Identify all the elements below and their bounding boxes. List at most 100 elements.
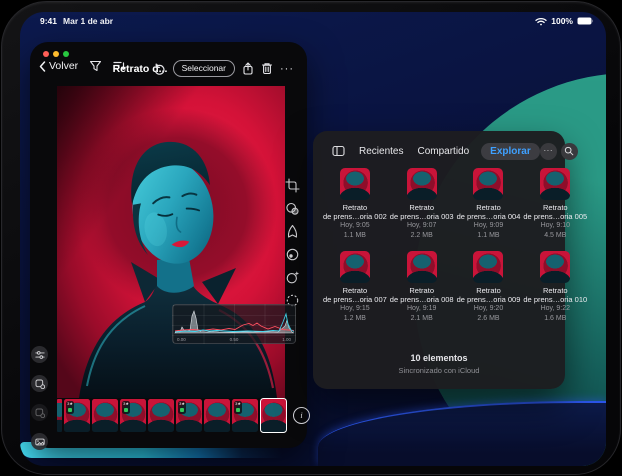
file-size: 1.6 MB (544, 315, 566, 324)
file-size: 2.6 MB (477, 315, 499, 324)
file-time: Hoy, 9:10 (541, 222, 570, 231)
sidebar-toggle-icon[interactable] (332, 145, 345, 157)
status-date: Mar 1 de abr (63, 16, 113, 26)
histogram-tick: 1.00 (282, 337, 291, 342)
rating-badge-label: 3★ (123, 402, 129, 406)
file-size: 2.2 MB (411, 232, 433, 241)
histogram-overlay: 0.00 0.50 1.00 (172, 304, 296, 344)
file-time: Hoy, 9:09 (474, 222, 503, 231)
file-thumbnail[interactable] (473, 168, 503, 200)
rating-badge-label: 3★ (235, 402, 241, 406)
file-time: Hoy, 9:22 (541, 305, 570, 314)
search-button[interactable] (561, 143, 578, 160)
file-time: Hoy, 9:20 (474, 305, 503, 314)
files-browser-panel: Recientes Compartido Explorar ··· Retratod… (313, 131, 565, 389)
rating-badge-label: 3★ (67, 402, 73, 406)
filmstrip-thumbnail[interactable] (260, 398, 287, 433)
file-name: Retratode prens…oria 003 (390, 203, 454, 221)
more-options-button[interactable]: ··· (280, 64, 294, 74)
file-item[interactable]: Retratode prens…oria 005 Hoy, 9:10 4.5 M… (523, 168, 587, 240)
file-item[interactable]: Retratode prens…oria 009 Hoy, 9:20 2.6 M… (457, 251, 521, 323)
file-thumbnail[interactable] (407, 168, 437, 200)
file-time: Hoy, 9:05 (340, 222, 369, 231)
histogram-tick: 0.50 (230, 337, 239, 342)
files-tab[interactable]: Compartido (415, 143, 471, 160)
files-header: Recientes Compartido Explorar ··· (313, 141, 565, 161)
filter-funnel-icon[interactable] (89, 60, 102, 72)
undo-icon[interactable] (153, 63, 166, 75)
gallery-button[interactable] (31, 433, 48, 450)
file-item[interactable]: Retratode prens…oria 007 Hoy, 9:15 1.2 M… (323, 251, 387, 323)
item-count: 10 elementos (313, 353, 565, 363)
file-thumbnail[interactable] (340, 168, 370, 200)
filmstrip-thumbnail[interactable]: 3★ (232, 399, 258, 432)
ipad-device-frame: 9:41 Mar 1 de abr 100% (1, 1, 621, 475)
window-traffic-lights[interactable] (43, 51, 69, 57)
share-icon[interactable] (242, 62, 254, 75)
file-thumbnail[interactable] (407, 251, 437, 283)
file-item[interactable]: Retratode prens…oria 008 Hoy, 9:19 2.1 M… (390, 251, 454, 323)
export-button[interactable] (31, 375, 48, 392)
adjustments-button[interactable] (31, 346, 48, 363)
files-more-button[interactable]: ··· (540, 143, 557, 160)
file-thumbnail[interactable] (540, 251, 570, 283)
file-name: Retratode prens…oria 002 (323, 203, 387, 221)
files-grid: Retratode prens…oria 002 Hoy, 9:05 1.1 M… (323, 168, 555, 323)
editor-side-buttons (31, 346, 48, 450)
chevron-left-icon (39, 61, 46, 72)
rating-badge-label: 3★ (179, 402, 185, 406)
filmstrip-thumbnail[interactable] (204, 399, 230, 432)
zoom-window-button[interactable] (63, 51, 69, 57)
file-item[interactable]: Retratode prens…oria 004 Hoy, 9:09 1.1 M… (457, 168, 521, 240)
file-thumbnail[interactable] (340, 251, 370, 283)
back-button[interactable]: Volver (39, 60, 78, 72)
minimize-window-button[interactable] (53, 51, 59, 57)
export-alt-button[interactable] (31, 404, 48, 421)
edited-indicator (236, 408, 240, 412)
edited-indicator (124, 408, 128, 412)
filmstrip-thumbnail[interactable]: 3★ (120, 399, 146, 432)
file-size: 1.1 MB (477, 232, 499, 241)
screen: 9:41 Mar 1 de abr 100% (20, 12, 606, 466)
icloud-sync-status: Sincronizado con iCloud (313, 366, 565, 375)
files-footer: 10 elementos Sincronizado con iCloud (313, 353, 565, 375)
edited-indicator (68, 408, 72, 412)
file-name: Retratode prens…oria 007 (323, 286, 387, 304)
photo-editor-window: Volver Retrato d... Seleccionar (30, 42, 307, 448)
filmstrip-thumbnail[interactable] (92, 399, 118, 432)
rating-badge: 3★ (122, 401, 130, 414)
editor-toolbar: Volver Retrato d... Seleccionar (30, 60, 307, 80)
crop-transform-icon[interactable] (285, 178, 300, 193)
battery-percent: 100% (551, 16, 573, 26)
status-bar: 9:41 Mar 1 de abr 100% (20, 15, 606, 29)
select-button[interactable]: Seleccionar (173, 60, 235, 77)
trash-icon[interactable] (261, 62, 273, 75)
file-time: Hoy, 9:15 (340, 305, 369, 314)
edited-photo-canvas[interactable] (57, 86, 285, 398)
file-size: 2.1 MB (411, 315, 433, 324)
file-thumbnail[interactable] (540, 168, 570, 200)
file-item[interactable]: Retratode prens…oria 010 Hoy, 9:22 1.6 M… (523, 251, 587, 323)
histogram-ticks: 0.00 0.50 1.00 (177, 337, 291, 342)
effects-icon[interactable] (285, 270, 300, 285)
info-button[interactable]: i (293, 407, 310, 424)
file-item[interactable]: Retratode prens…oria 002 Hoy, 9:05 1.1 M… (323, 168, 387, 240)
close-window-button[interactable] (43, 51, 49, 57)
files-tab[interactable]: Explorar (481, 143, 540, 160)
file-item[interactable]: Retratode prens…oria 003 Hoy, 9:07 2.2 M… (390, 168, 454, 240)
filters-icon[interactable] (285, 201, 300, 216)
files-tab[interactable]: Recientes (357, 143, 405, 160)
file-size: 1.1 MB (344, 232, 366, 241)
curves-icon[interactable] (285, 224, 300, 239)
battery-icon (577, 17, 594, 25)
file-size: 4.5 MB (544, 232, 566, 241)
file-name: Retratode prens…oria 010 (523, 286, 587, 304)
filmstrip-thumbnail[interactable]: 3★ (176, 399, 202, 432)
filmstrip-thumbnail[interactable]: 3★ (64, 399, 90, 432)
edited-indicator (180, 408, 184, 412)
filmstrip-thumbnail[interactable] (148, 399, 174, 432)
file-thumbnail[interactable] (473, 251, 503, 283)
color-icon[interactable] (285, 247, 300, 262)
status-time: 9:41 (40, 16, 57, 26)
filmstrip-thumbnail[interactable] (57, 399, 62, 432)
